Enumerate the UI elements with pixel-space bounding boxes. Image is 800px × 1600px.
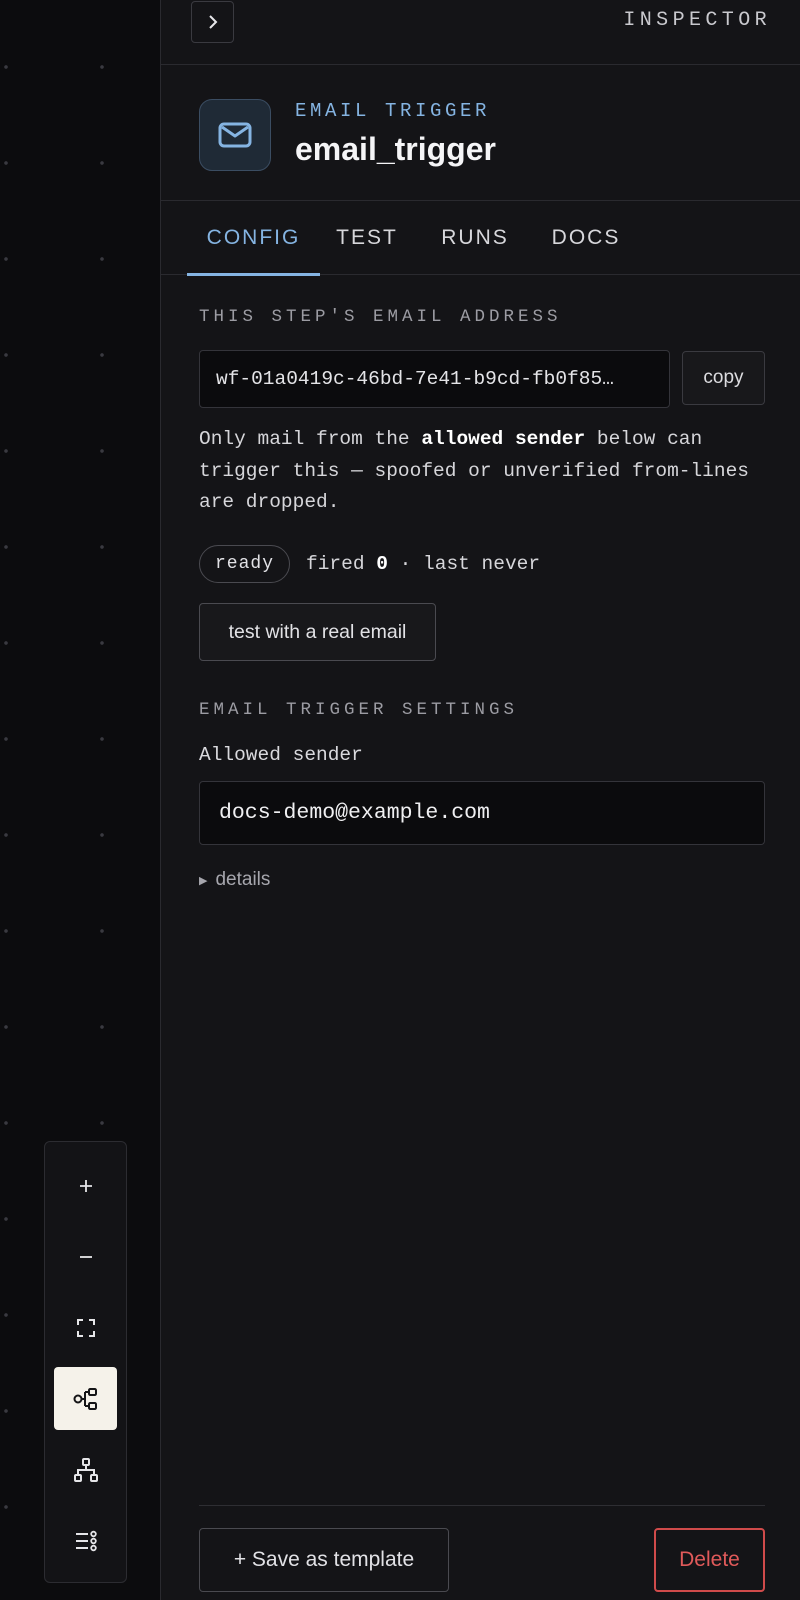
allowed-sender-input[interactable] [199, 781, 765, 845]
list-layout-icon [75, 1530, 97, 1551]
node-name: email_trigger [295, 131, 496, 167]
list-layout-button[interactable] [54, 1509, 117, 1572]
tree-layout-button[interactable] [54, 1438, 117, 1501]
zoom-in-button[interactable] [54, 1154, 117, 1217]
inspector-title: INSPECTOR [623, 9, 771, 32]
copy-address-button[interactable]: copy [682, 351, 765, 405]
inspector-tabs: CONFIG TEST RUNS DOCS [161, 201, 800, 276]
details-label: details [215, 869, 271, 890]
test-real-email-button[interactable]: test with a real email [199, 603, 436, 661]
tree-layout-icon [73, 1457, 98, 1482]
save-as-template-button[interactable]: + Save as template [199, 1528, 449, 1592]
horizontal-layout-button[interactable] [54, 1367, 117, 1430]
tab-test[interactable]: TEST [327, 201, 407, 275]
last-fired: · last never [387, 553, 541, 575]
email-address-value: wf-01a0419c-46bd-7e41-b9cd-fb0f85… [216, 368, 614, 390]
tab-config[interactable]: CONFIG [187, 201, 320, 276]
inspector-panel: INSPECTOR EMAIL TRIGGER email_trigger CO… [160, 0, 800, 1600]
footer-divider [199, 1505, 765, 1506]
node-kind-label: EMAIL TRIGGER [295, 100, 491, 122]
canvas-controls [44, 1141, 127, 1583]
workflow-canvas[interactable] [0, 0, 160, 1600]
horizontal-layout-icon [73, 1387, 97, 1410]
node-header: EMAIL TRIGGER email_trigger [161, 65, 800, 201]
email-address-field[interactable]: wf-01a0419c-46bd-7e41-b9cd-fb0f85… [199, 350, 670, 408]
fired-count: 0 [376, 553, 388, 575]
fired-prefix: fired [306, 553, 377, 575]
zoom-out-icon [79, 1255, 92, 1258]
help-text-prefix: Only mail from the [199, 428, 422, 450]
tab-runs[interactable]: RUNS [433, 201, 517, 275]
delete-button[interactable]: Delete [654, 1528, 765, 1592]
settings-section-label: EMAIL TRIGGER SETTINGS [199, 700, 519, 720]
sender-help-text: Only mail from the allowed sender below … [199, 424, 759, 519]
zoom-out-button[interactable] [54, 1225, 117, 1288]
fit-view-button[interactable] [54, 1296, 117, 1359]
fit-view-icon [76, 1318, 95, 1337]
details-toggle[interactable]: ▶ details [199, 869, 270, 891]
email-address-section-label: THIS STEP'S EMAIL ADDRESS [199, 307, 562, 327]
tab-docs[interactable]: DOCS [543, 201, 629, 275]
trigger-status-row: ready fired 0 · last never [199, 544, 540, 584]
mail-icon [218, 122, 252, 148]
disclosure-triangle-icon: ▶ [199, 874, 208, 887]
chevron-right-icon [208, 15, 217, 29]
allowed-sender-label: Allowed sender [199, 744, 363, 766]
status-badge: ready [199, 545, 291, 583]
collapse-inspector-button[interactable] [191, 1, 234, 43]
help-text-emphasis: allowed sender [421, 428, 586, 450]
node-icon-tile [199, 99, 271, 171]
zoom-in-icon [79, 1179, 92, 1192]
inspector-topbar: INSPECTOR [161, 0, 800, 65]
fire-stats: fired 0 · last never [306, 553, 540, 575]
